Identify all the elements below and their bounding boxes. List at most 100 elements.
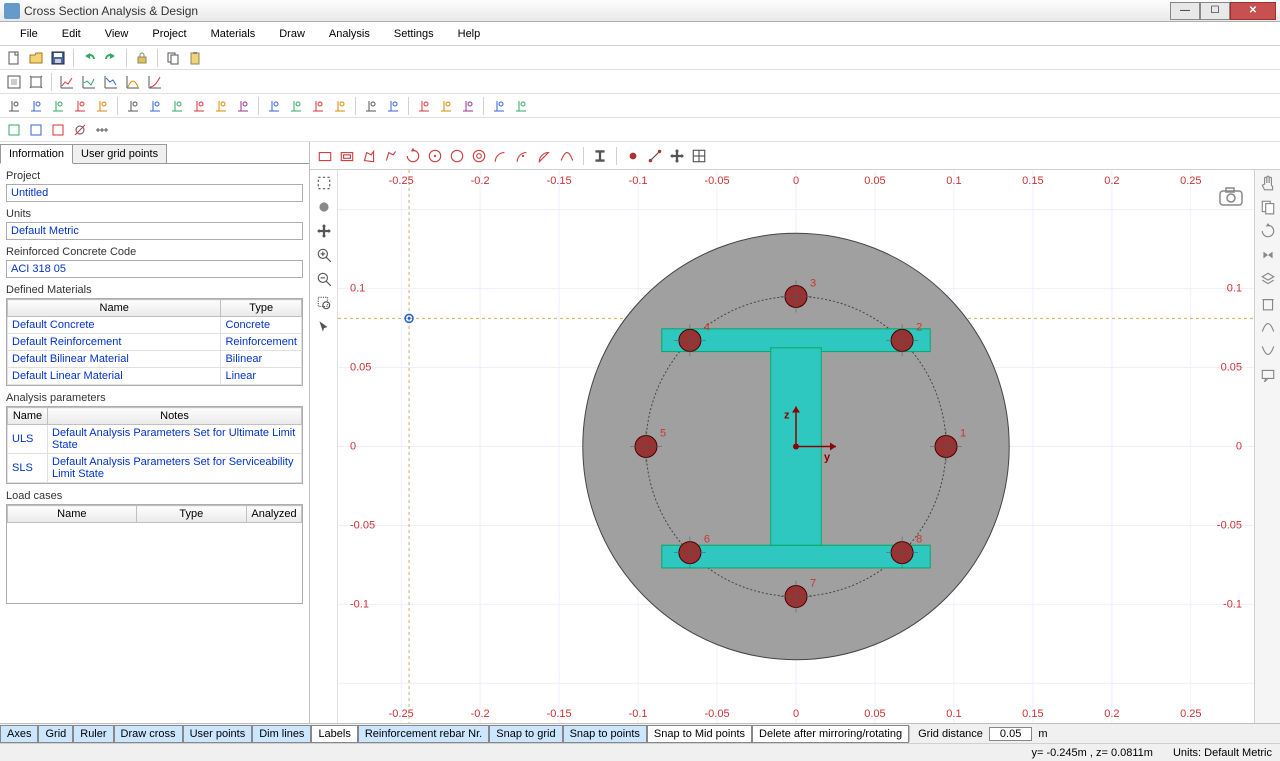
righttool-s1-icon[interactable]: [1259, 318, 1277, 336]
new-icon[interactable]: [4, 48, 24, 68]
tab-information[interactable]: Information: [0, 144, 73, 164]
analysis-tool-d3-icon[interactable]: [458, 96, 478, 116]
ap-col-name[interactable]: Name: [8, 408, 48, 425]
menu-settings[interactable]: Settings: [382, 24, 446, 44]
righttool-copy-icon[interactable]: [1259, 198, 1277, 216]
material-row[interactable]: Default Bilinear MaterialBilinear: [8, 351, 302, 368]
chart5-icon[interactable]: [145, 72, 165, 92]
toggle-user-points[interactable]: User points: [183, 725, 253, 743]
draw-move-icon[interactable]: [668, 147, 686, 165]
copy-icon[interactable]: [163, 48, 183, 68]
analysis-tool-b1-icon[interactable]: [264, 96, 284, 116]
draw-rot-icon[interactable]: [404, 147, 422, 165]
analysis-tool-a6-icon[interactable]: [233, 96, 253, 116]
save-icon[interactable]: [48, 48, 68, 68]
analysis-tool-in-icon[interactable]: [4, 96, 24, 116]
tool-d-icon[interactable]: [70, 120, 90, 140]
zoom-fit-icon[interactable]: [26, 72, 46, 92]
close-button[interactable]: ✕: [1230, 2, 1276, 20]
righttool-refresh-icon[interactable]: [1259, 222, 1277, 240]
lc-col-name[interactable]: Name: [8, 506, 137, 523]
redo-icon[interactable]: [101, 48, 121, 68]
viewtool-zoomout-icon[interactable]: [315, 270, 333, 288]
analysis-tool-d2-icon[interactable]: [436, 96, 456, 116]
righttool-mirror-icon[interactable]: [1259, 246, 1277, 264]
toggle-dim-lines[interactable]: Dim lines: [252, 725, 311, 743]
draw-poly2-icon[interactable]: [382, 147, 400, 165]
analysis-tool-axis3-icon[interactable]: [70, 96, 90, 116]
analysis-tool-axis1-icon[interactable]: [26, 96, 46, 116]
toggle-draw-cross[interactable]: Draw cross: [114, 725, 183, 743]
rc-code-field[interactable]: ACI 318 05: [6, 260, 303, 278]
minimize-button[interactable]: —: [1170, 2, 1200, 20]
maximize-button[interactable]: ☐: [1200, 2, 1230, 20]
righttool-hand-icon[interactable]: [1259, 174, 1277, 192]
toggle-snap-to-grid[interactable]: Snap to grid: [489, 725, 562, 743]
viewtool-select-icon[interactable]: [315, 174, 333, 192]
draw-circ2-icon[interactable]: [448, 147, 466, 165]
draw-curve-icon[interactable]: [558, 147, 576, 165]
analysis-tool-a3-icon[interactable]: [167, 96, 187, 116]
ap-col-notes[interactable]: Notes: [48, 408, 302, 425]
analysis-tool-a5-icon[interactable]: [211, 96, 231, 116]
toggle-snap-to-points[interactable]: Snap to points: [563, 725, 647, 743]
tool-c-icon[interactable]: [48, 120, 68, 140]
righttool-delete-icon[interactable]: [1259, 294, 1277, 312]
menu-file[interactable]: File: [8, 24, 50, 44]
viewtool-move-icon[interactable]: [315, 222, 333, 240]
material-row[interactable]: Default ConcreteConcrete: [8, 317, 302, 334]
draw-arc1-icon[interactable]: [492, 147, 510, 165]
draw-arc3-icon[interactable]: [536, 147, 554, 165]
open-icon[interactable]: [26, 48, 46, 68]
viewtool-pointer-icon[interactable]: [315, 318, 333, 336]
grid-distance-field[interactable]: 0.05: [989, 727, 1032, 741]
analysis-tool-d1-icon[interactable]: [414, 96, 434, 116]
chart1-icon[interactable]: [57, 72, 77, 92]
draw-arc2-icon[interactable]: [514, 147, 532, 165]
analysis-tool-c1-icon[interactable]: [361, 96, 381, 116]
toggle-axes[interactable]: Axes: [0, 725, 38, 743]
analysis-param-row[interactable]: ULSDefault Analysis Parameters Set for U…: [8, 425, 302, 454]
zoom-extents-icon[interactable]: [4, 72, 24, 92]
tool-b-icon[interactable]: [26, 120, 46, 140]
draw-poly-icon[interactable]: [360, 147, 378, 165]
draw-line-icon[interactable]: [646, 147, 664, 165]
draw-grid-icon[interactable]: [690, 147, 708, 165]
tool-a-icon[interactable]: [4, 120, 24, 140]
analysis-tool-a2-icon[interactable]: [145, 96, 165, 116]
analysis-tool-a1-icon[interactable]: [123, 96, 143, 116]
analysis-tool-e2-icon[interactable]: [511, 96, 531, 116]
toggle-grid[interactable]: Grid: [38, 725, 73, 743]
chart3-icon[interactable]: [101, 72, 121, 92]
materials-col-type[interactable]: Type: [221, 300, 302, 317]
toggle-ruler[interactable]: Ruler: [73, 725, 113, 743]
menu-view[interactable]: View: [93, 24, 141, 44]
lc-col-type[interactable]: Type: [136, 506, 246, 523]
toggle-snap-to-mid-points[interactable]: Snap to Mid points: [647, 725, 752, 743]
toggle-labels[interactable]: Labels: [311, 725, 357, 743]
units-field[interactable]: Default Metric: [6, 222, 303, 240]
chart4-icon[interactable]: [123, 72, 143, 92]
menu-analysis[interactable]: Analysis: [317, 24, 382, 44]
toggle-reinforcement-rebar-nr-[interactable]: Reinforcement rebar Nr.: [358, 725, 489, 743]
menu-project[interactable]: Project: [140, 24, 198, 44]
draw-rect-icon[interactable]: [316, 147, 334, 165]
lock-icon[interactable]: [132, 48, 152, 68]
righttool-comment-icon[interactable]: [1259, 366, 1277, 384]
viewtool-zoomin-icon[interactable]: [315, 246, 333, 264]
tab-user-grid-points[interactable]: User grid points: [72, 144, 167, 163]
menu-draw[interactable]: Draw: [267, 24, 317, 44]
chart2-icon[interactable]: [79, 72, 99, 92]
menu-help[interactable]: Help: [446, 24, 493, 44]
undo-icon[interactable]: [79, 48, 99, 68]
draw-circ1-icon[interactable]: [426, 147, 444, 165]
menu-edit[interactable]: Edit: [50, 24, 93, 44]
draw-circ3-icon[interactable]: [470, 147, 488, 165]
analysis-tool-e1-icon[interactable]: [489, 96, 509, 116]
paste-icon[interactable]: [185, 48, 205, 68]
righttool-s2-icon[interactable]: [1259, 342, 1277, 360]
righttool-layers-icon[interactable]: [1259, 270, 1277, 288]
analysis-tool-b3-icon[interactable]: [308, 96, 328, 116]
material-row[interactable]: Default ReinforcementReinforcement: [8, 334, 302, 351]
materials-col-name[interactable]: Name: [8, 300, 221, 317]
